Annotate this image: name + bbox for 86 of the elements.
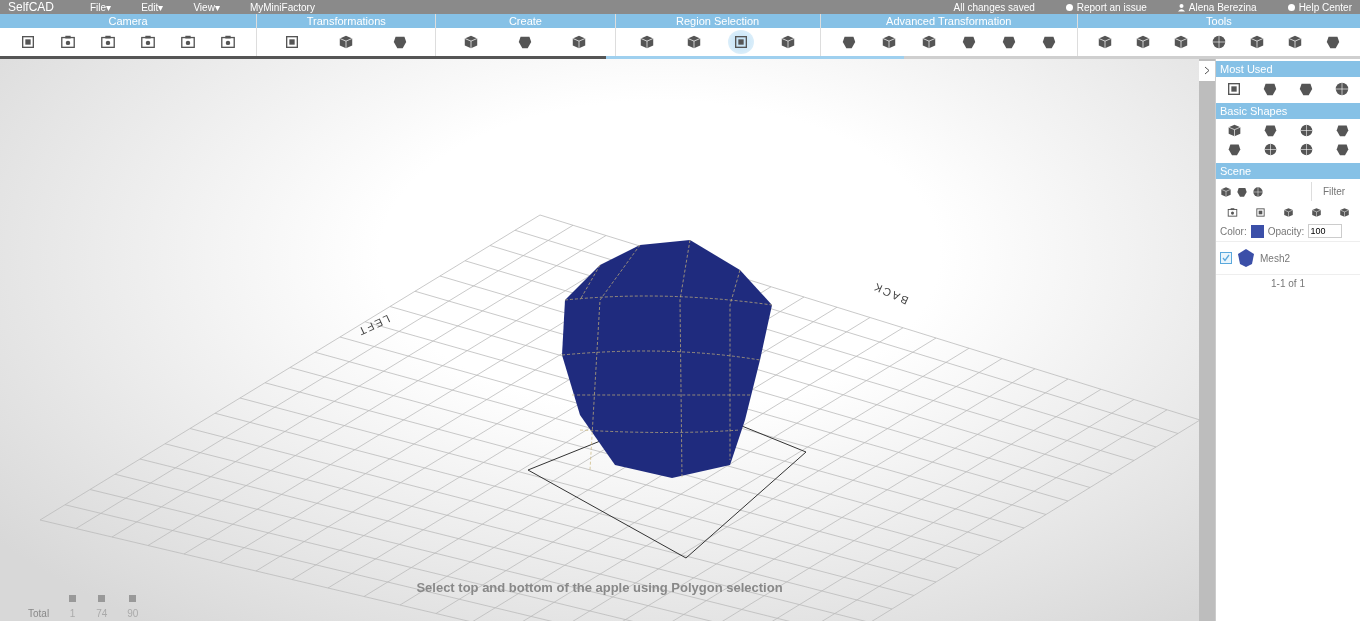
menu-item[interactable]: View▾ <box>193 1 220 13</box>
cube-icon <box>463 34 480 50</box>
opacity-label: Opacity: <box>1267 225 1305 237</box>
shape-icon <box>1040 34 1057 50</box>
camera-icon <box>220 34 237 50</box>
object-name[interactable]: Mesh2 <box>1260 252 1290 264</box>
cube-icon <box>1286 34 1303 50</box>
shape-icon <box>1324 34 1341 50</box>
opacity-field[interactable]: 100 <box>1308 224 1343 238</box>
group-header: Create <box>436 14 615 28</box>
tool-button[interactable] <box>728 30 755 54</box>
camera-icon <box>180 34 197 50</box>
info-icon <box>1064 2 1074 12</box>
shape-icon <box>1334 123 1350 138</box>
camera-icon <box>60 34 76 50</box>
camera-icon <box>100 34 117 50</box>
shape-icon <box>517 34 534 50</box>
cube-icon <box>686 34 703 50</box>
shape-icon <box>1262 81 1278 97</box>
help-icon <box>1286 2 1296 12</box>
sphere-icon <box>1210 34 1227 50</box>
chevron-icon <box>1204 66 1210 75</box>
shape-icon <box>1236 185 1248 198</box>
frame-icon <box>1254 207 1266 218</box>
group-header: Tools <box>1077 14 1360 28</box>
cube-icon <box>1226 123 1242 138</box>
cube-icon <box>639 34 656 50</box>
menu-item[interactable]: MyMiniFactory <box>249 1 315 13</box>
group-header: Region Selection <box>615 14 820 28</box>
hint-caption: Select top and bottom of the apple using Polygon selection <box>416 580 783 595</box>
cube-icon <box>1134 34 1151 50</box>
cube-icon <box>780 34 797 50</box>
top-link[interactable]: Alena Berezina <box>1176 1 1257 13</box>
cube-icon <box>1220 185 1232 198</box>
cube-icon <box>338 34 355 50</box>
sphere-icon <box>1262 142 1278 157</box>
color-label: Color: <box>1220 225 1247 237</box>
frame-icon <box>284 34 301 50</box>
shape-icon <box>1262 123 1278 138</box>
sphere-icon <box>1252 185 1264 198</box>
frame-icon <box>20 34 36 50</box>
menu-item[interactable]: Edit▾ <box>141 1 164 13</box>
cube-icon <box>1096 34 1113 50</box>
sphere-icon <box>1298 142 1314 157</box>
stat-icon <box>69 595 77 602</box>
cube-icon <box>920 34 937 50</box>
shape-icon <box>960 34 977 50</box>
shape-icon <box>392 34 409 50</box>
section-header[interactable]: Scene <box>1216 163 1360 179</box>
top-link[interactable]: Report an issue <box>1064 1 1147 13</box>
shape-icon <box>840 34 857 50</box>
collapse-button[interactable] <box>1199 61 1215 81</box>
cube-icon <box>1310 207 1322 218</box>
save-status: All changes saved <box>953 1 1035 13</box>
sphere-icon <box>1298 123 1314 138</box>
group-header: Transformations <box>257 14 436 28</box>
group-header: Camera <box>0 14 257 28</box>
camera-icon <box>140 34 157 50</box>
camera-icon <box>1226 207 1238 218</box>
cube-icon <box>1172 34 1189 50</box>
app-logo: SelfCAD <box>8 0 54 14</box>
sphere-icon <box>1334 81 1350 97</box>
top-link[interactable]: Help Center <box>1286 1 1352 13</box>
mesh-thumbnail <box>1236 248 1256 268</box>
frame-icon <box>1226 81 1242 97</box>
pager-text: 1-1 of 1 <box>1271 278 1305 289</box>
stats-label: Total <box>28 608 50 619</box>
cube-icon <box>571 34 588 50</box>
cube-icon <box>1282 207 1294 218</box>
cube-icon <box>1338 207 1350 218</box>
frame-icon <box>733 34 750 50</box>
shape-icon <box>1000 34 1017 50</box>
shape-icon <box>1298 81 1314 97</box>
cube-icon <box>1248 34 1265 50</box>
user-icon <box>1176 2 1186 12</box>
color-swatch[interactable] <box>1250 224 1264 238</box>
shape-icon <box>1334 142 1350 157</box>
section-header[interactable]: Most Used <box>1216 61 1360 77</box>
visibility-checkbox[interactable] <box>1220 252 1232 264</box>
stat-icon <box>98 595 106 602</box>
menu-item[interactable]: File▾ <box>90 1 112 13</box>
stat-icon <box>129 595 137 602</box>
section-header[interactable]: Basic Shapes <box>1216 103 1360 119</box>
shape-icon <box>1226 142 1242 157</box>
cube-icon <box>880 34 897 50</box>
group-header: Advanced Transformation <box>820 14 1077 28</box>
